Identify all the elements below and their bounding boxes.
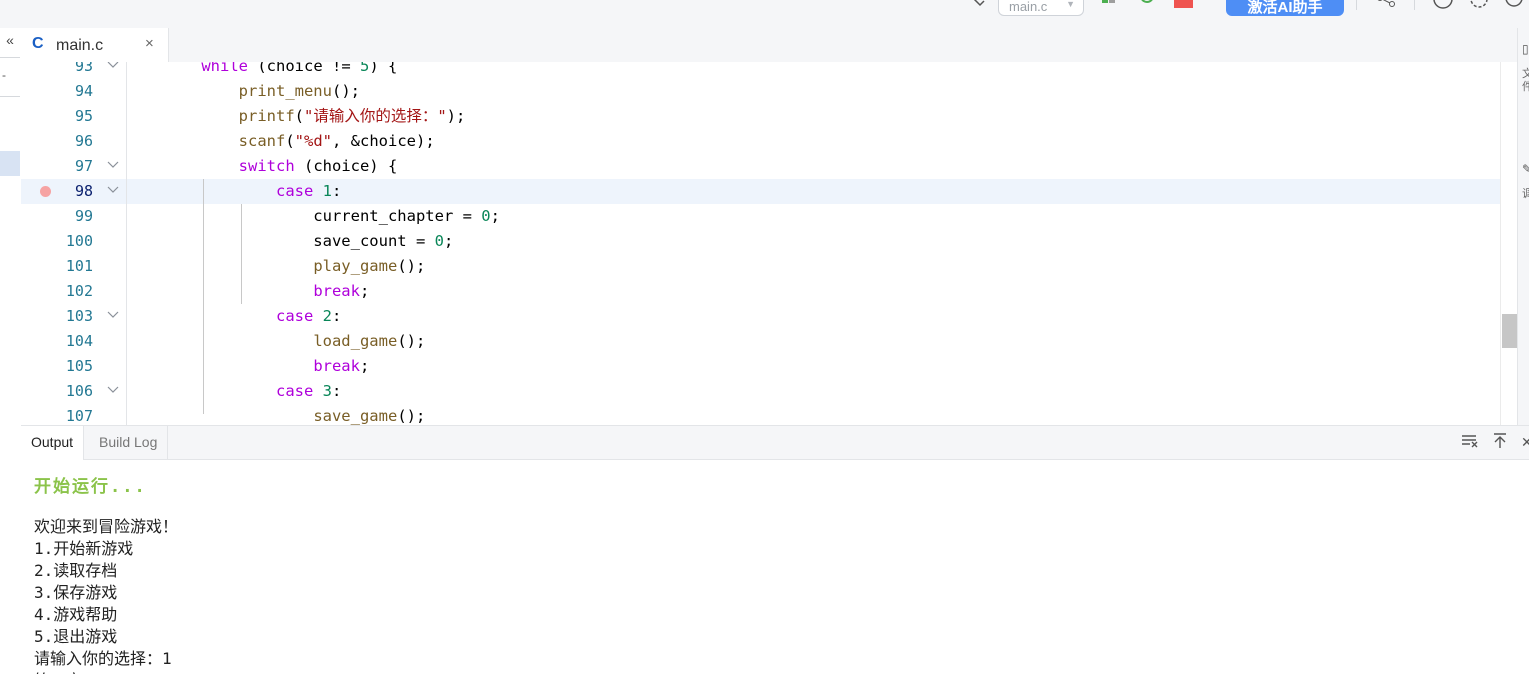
output-line: 1.开始新游戏 xyxy=(34,539,134,558)
compile-icon[interactable] xyxy=(1100,0,1120,13)
toolbar-divider xyxy=(1356,0,1357,10)
output-console[interactable]: 开始运行... 欢迎来到冒险游戏！ 1.开始新游戏 2.读取存档 3.保存游戏 4.游戏… xyxy=(21,460,1529,674)
right-side-strip: ▯ 文件 ✎ 调 xyxy=(1517,28,1529,428)
tab-output[interactable]: Output xyxy=(21,426,85,460)
right-label-debug[interactable]: 调 xyxy=(1522,188,1529,201)
line-number: 107 xyxy=(65,407,93,425)
code-line[interactable]: 106 case 3: xyxy=(21,379,1501,404)
debug-icon[interactable] xyxy=(1137,0,1157,13)
tag-icon[interactable] xyxy=(970,0,986,12)
file-select[interactable]: main.c ▼ xyxy=(998,0,1084,16)
line-number: 96 xyxy=(74,132,93,150)
close-icon[interactable]: × xyxy=(145,35,154,52)
left-side-strip: « - xyxy=(0,28,22,674)
line-number: 100 xyxy=(65,232,93,250)
search-icon[interactable] xyxy=(1504,0,1528,15)
code-line[interactable]: 96 scanf("%d", &choice); xyxy=(21,129,1501,154)
code-line[interactable]: 104 load_game(); xyxy=(21,329,1501,354)
code-text: scanf("%d", &choice); xyxy=(238,132,435,150)
indent-guide xyxy=(203,179,204,414)
editor-scrollbar[interactable] xyxy=(1500,62,1517,425)
line-number: 104 xyxy=(65,332,93,350)
left-divider xyxy=(0,96,20,97)
output-line: 3.保存游戏 xyxy=(34,583,118,602)
code-text: while (choice != 5) { xyxy=(201,62,398,75)
line-number: 94 xyxy=(74,82,93,100)
fold-chevron-icon[interactable] xyxy=(107,384,119,397)
code-line[interactable]: 100 save_count = 0; xyxy=(21,229,1501,254)
code-line[interactable]: 95 printf("请输入你的选择："); xyxy=(21,104,1501,129)
activate-ai-assistant-button[interactable]: 激活AI助手 xyxy=(1226,0,1344,16)
output-line: 2.读取存档 xyxy=(34,561,118,580)
code-line[interactable]: 98 case 1: xyxy=(21,179,1501,204)
tab-main-c[interactable]: C main.c × xyxy=(21,28,169,62)
top-toolbar: main.c ▼ 激活AI助手 xyxy=(0,0,1529,29)
code-line[interactable]: 105 break; xyxy=(21,354,1501,379)
help-icon[interactable] xyxy=(1432,0,1454,15)
close-panel-icon[interactable]: ✕ xyxy=(1521,434,1529,451)
code-text: current_chapter = 0; xyxy=(164,207,500,225)
file-icon[interactable]: ▯ xyxy=(1522,42,1529,56)
editor-tab-bar: C main.c × xyxy=(21,28,1517,63)
code-line[interactable]: 97 switch (choice) { xyxy=(21,154,1501,179)
line-number: 105 xyxy=(65,357,93,375)
code-text: break; xyxy=(313,357,370,375)
code-line[interactable]: 99 current_chapter = 0; xyxy=(21,204,1501,229)
output-line: 请输入你的选择：1 xyxy=(34,649,172,668)
gutter-border xyxy=(126,62,127,425)
fold-chevron-icon[interactable] xyxy=(107,184,119,197)
toolbar-divider xyxy=(1414,0,1415,10)
code-line[interactable]: 94 print_menu(); xyxy=(21,79,1501,104)
left-active-item[interactable] xyxy=(0,151,20,176)
code-text: print_menu(); xyxy=(238,82,360,100)
breakpoint-icon[interactable] xyxy=(40,186,51,197)
scroll-top-icon[interactable] xyxy=(1492,432,1508,455)
code-line[interactable]: 93 while (choice != 5) { xyxy=(21,62,1501,79)
code-text: printf("请输入你的选择："); xyxy=(238,107,466,125)
chevron-down-icon: ▼ xyxy=(1066,0,1075,9)
pencil-icon[interactable]: ✎ xyxy=(1522,162,1529,176)
code-line[interactable]: 107 save_game(); xyxy=(21,404,1501,425)
line-number: 99 xyxy=(74,207,93,225)
fold-chevron-icon[interactable] xyxy=(107,159,119,172)
clear-output-icon[interactable] xyxy=(1461,432,1479,455)
code-text: switch (choice) { xyxy=(238,157,398,175)
run-status: 开始运行... xyxy=(34,477,147,497)
line-number: 95 xyxy=(74,107,93,125)
output-line: 第一章 xyxy=(34,670,178,674)
output-line: 5.退出游戏 xyxy=(34,627,118,646)
output-lines: 欢迎来到冒险游戏！ 1.开始新游戏 2.读取存档 3.保存游戏 4.游戏帮助 5.退出游戏… xyxy=(34,516,178,674)
share-icon[interactable] xyxy=(1376,0,1396,15)
tab-build-log[interactable]: Build Log xyxy=(89,426,169,460)
tab-title: main.c xyxy=(56,37,104,54)
code-text: case 1: xyxy=(275,182,342,200)
right-label-files[interactable]: 文件 xyxy=(1522,68,1529,94)
code-text: case 3: xyxy=(275,382,342,400)
output-line: 4.游戏帮助 xyxy=(34,605,118,624)
code-line[interactable]: 101 play_game(); xyxy=(21,254,1501,279)
fold-chevron-icon[interactable] xyxy=(107,62,119,72)
output-line: 欢迎来到冒险游戏！ xyxy=(34,517,179,536)
fold-chevron-icon[interactable] xyxy=(107,309,119,322)
c-language-icon: C xyxy=(32,35,44,52)
code-editor[interactable]: 93 while (choice != 5) {94 print_menu();… xyxy=(21,62,1517,425)
left-divider xyxy=(0,57,20,58)
left-dash: - xyxy=(2,68,6,82)
code-text: case 2: xyxy=(275,307,342,325)
double-chevron-left-icon[interactable]: « xyxy=(0,32,20,54)
indent-guide xyxy=(241,204,242,304)
code-line[interactable]: 102 break; xyxy=(21,279,1501,304)
line-number: 101 xyxy=(65,257,93,275)
stop-icon[interactable] xyxy=(1174,0,1194,14)
code-text: save_count = 0; xyxy=(164,232,454,250)
line-number: 102 xyxy=(65,282,93,300)
code-line[interactable]: 103 case 2: xyxy=(21,304,1501,329)
code-text: break; xyxy=(313,282,370,300)
file-select-value: main.c xyxy=(1009,0,1048,14)
bottom-panel-tabs: Output Build Log ✕ xyxy=(21,425,1529,460)
editor-scrollbar-thumb[interactable] xyxy=(1502,314,1517,348)
settings-icon[interactable] xyxy=(1468,0,1490,15)
